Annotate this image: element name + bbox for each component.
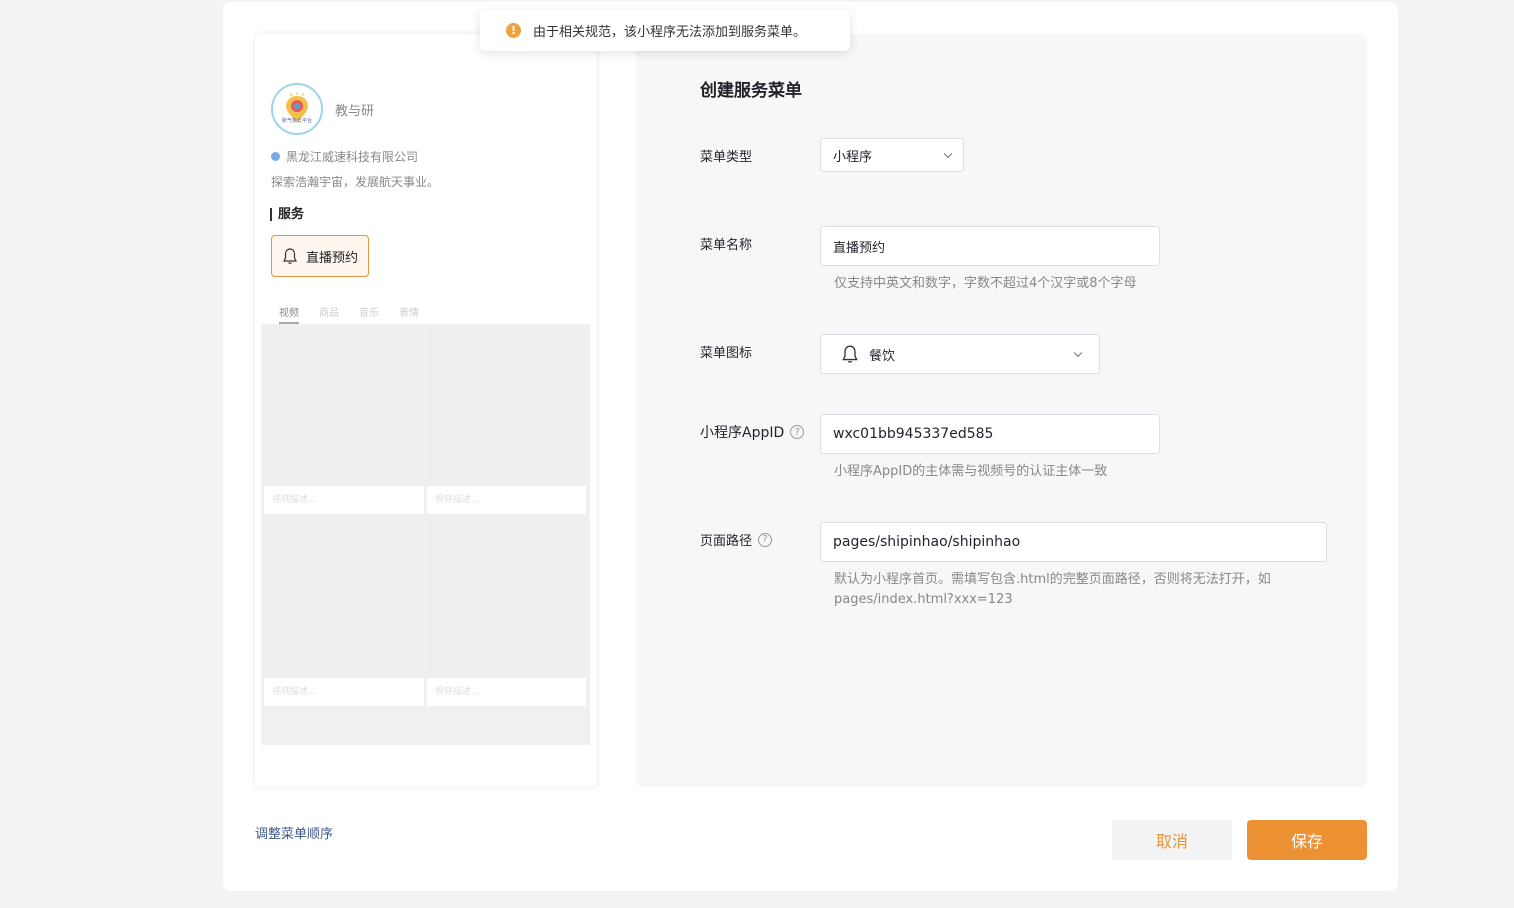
menu-name-label: 菜单名称 — [700, 234, 752, 253]
menu-type-value: 小程序 — [833, 149, 873, 165]
appid-label: 小程序AppID ? — [700, 422, 805, 442]
page-path-label-text: 页面路径 — [700, 534, 753, 549]
menu-icon-value: 餐饮 — [869, 348, 896, 364]
chevron-down-icon — [943, 149, 953, 159]
appid-value: wxc01bb945337ed585 — [833, 426, 994, 442]
toast-text: 由于相关规范，该小程序无法添加到服务菜单。 — [533, 25, 807, 40]
video-caption: 视频描述... — [264, 486, 424, 514]
menu-type-label-text: 菜单类型 — [700, 150, 753, 165]
verified-badge-icon — [271, 152, 280, 161]
page-path-hint-line2: pages/index.html?xxx=123 — [834, 592, 1013, 607]
chevron-down-icon — [1073, 348, 1083, 358]
video-thumbnail[interactable] — [264, 326, 424, 486]
menu-type-select[interactable]: 小程序 — [820, 138, 964, 172]
form-title: 创建服务菜单 — [700, 81, 802, 101]
video-thumbnail[interactable] — [427, 518, 586, 678]
avatar-caption: 新气象云平台 — [281, 118, 312, 124]
reorder-menu-link[interactable]: 调整菜单顺序 — [255, 823, 333, 842]
menu-name-hint: 仅支持中英文和数字，字数不超过4个汉字或8个字母 — [834, 276, 1137, 291]
avatar: 新气象云平台 — [271, 83, 323, 135]
save-button[interactable]: 保存 — [1247, 820, 1367, 860]
help-icon[interactable]: ? — [758, 532, 773, 547]
video-caption: 视频描述... — [427, 486, 586, 514]
verified-company: 黑龙江威速科技有限公司 — [271, 148, 418, 165]
tab-products[interactable]: 商品 — [319, 304, 339, 324]
profile-bio: 探索浩瀚宇宙，发展航天事业。 — [271, 175, 440, 189]
service-menu-button[interactable]: 直播预约 — [271, 235, 369, 277]
bell-icon — [283, 248, 297, 264]
toast-message: ! 由于相关规范，该小程序无法添加到服务菜单。 — [480, 10, 850, 51]
appid-input[interactable]: wxc01bb945337ed585 — [820, 414, 1160, 454]
menu-type-label: 菜单类型 — [700, 146, 752, 165]
appid-label-text: 小程序AppID — [700, 425, 785, 441]
cancel-button[interactable]: 取消 — [1112, 820, 1232, 860]
menu-name-input[interactable]: 直播预约 — [820, 226, 1160, 266]
video-caption: 视频描述... — [427, 678, 586, 706]
page-path-hint: 默认为小程序首页。需填写包含.html的完整页面路径，否则将无法打开，如 pag… — [834, 570, 1271, 610]
bell-icon — [842, 345, 858, 363]
profile-name: 教与研 — [335, 104, 375, 119]
page-path-value: pages/shipinhao/shipinhao — [833, 534, 1021, 550]
video-grid: 视频描述... 视频描述... 视频描述... 视频描述... — [261, 324, 590, 745]
menu-icon-select[interactable]: 餐饮 — [820, 334, 1100, 374]
menu-icon-label: 菜单图标 — [700, 342, 752, 361]
menu-name-label-text: 菜单名称 — [700, 238, 753, 253]
tab-stickers[interactable]: 表情 — [399, 304, 419, 324]
tab-music[interactable]: 音乐 — [359, 304, 379, 324]
service-heading: 服务 — [270, 208, 304, 221]
page-path-input[interactable]: pages/shipinhao/shipinhao — [820, 522, 1327, 562]
page-path-hint-line1: 默认为小程序首页。需填写包含.html的完整页面路径，否则将无法打开，如 — [834, 572, 1271, 587]
video-caption: 视频描述... — [264, 678, 424, 706]
menu-name-value: 直播预约 — [833, 240, 886, 256]
create-menu-form: 创建服务菜单 菜单类型 小程序 菜单名称 直播预约 仅支持中英文和数字，字数不超… — [636, 34, 1367, 787]
content-tabs: 视频 商品 音乐 表情 — [279, 304, 419, 324]
service-menu-label: 直播预约 — [306, 250, 359, 266]
company-name: 黑龙江威速科技有限公司 — [286, 150, 419, 164]
tab-videos[interactable]: 视频 — [279, 304, 299, 324]
video-thumbnail[interactable] — [427, 326, 586, 486]
page-path-label: 页面路径 ? — [700, 530, 773, 549]
menu-icon-label-text: 菜单图标 — [700, 346, 753, 361]
help-icon[interactable]: ? — [790, 425, 805, 439]
warning-icon: ! — [506, 23, 521, 38]
video-thumbnail[interactable] — [264, 518, 424, 678]
phone-preview: 新气象云平台 教与研 黑龙江威速科技有限公司 探索浩瀚宇宙，发展航天事业。 服务… — [255, 34, 597, 787]
appid-hint: 小程序AppID的主体需与视频号的认证主体一致 — [834, 464, 1108, 479]
